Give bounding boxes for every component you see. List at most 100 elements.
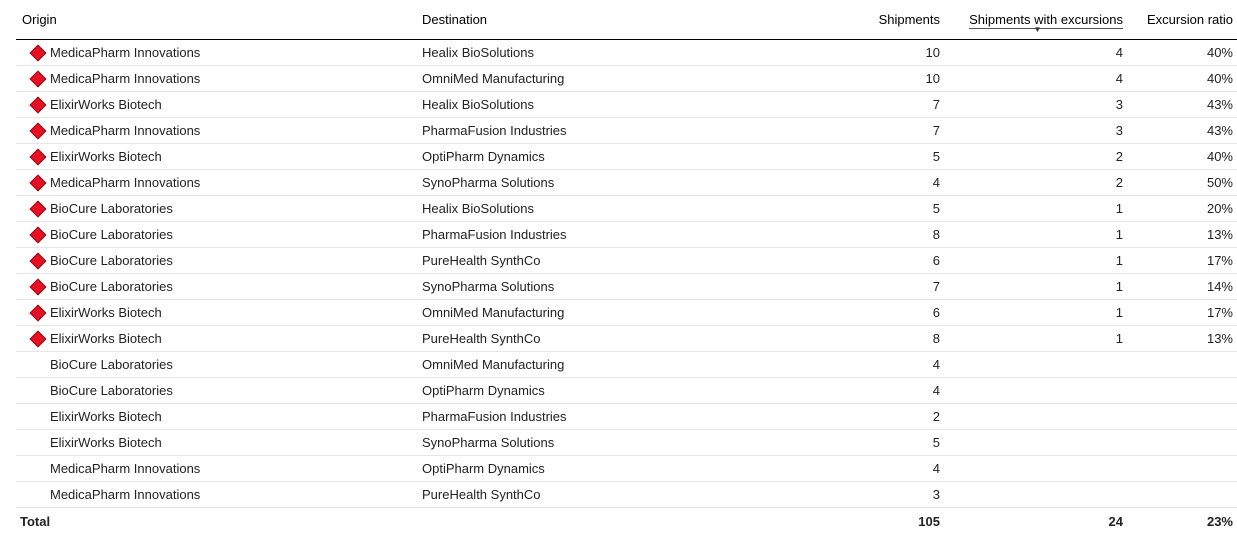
cell-origin: MedicaPharm Innovations [16,482,416,508]
origin-text: BioCure Laboratories [50,253,173,268]
cell-destination: Healix BioSolutions [416,92,796,118]
origin-text: BioCure Laboratories [50,227,173,242]
table-row[interactable]: MedicaPharm Innovations OptiPharm Dynamic… [16,456,1237,482]
cell-ratio: 40% [1129,66,1237,92]
cell-excursions: 1 [946,196,1129,222]
cell-ratio: 20% [1129,196,1237,222]
excursion-indicator-icon [30,44,47,61]
cell-destination: SynoPharma Solutions [416,170,796,196]
excursion-indicator-icon [30,70,47,87]
column-label: Shipments [879,12,940,27]
excursion-indicator-icon [30,200,47,217]
cell-destination: OptiPharm Dynamics [416,456,796,482]
table-row[interactable]: BioCure LaboratoriesOmniMed Manufacturin… [16,352,1237,378]
cell-shipments: 6 [796,248,946,274]
table-row[interactable]: MedicaPharm Innovations PureHealth SynthC… [16,482,1237,508]
cell-origin: ElixirWorks Biotech [16,144,416,170]
origin-text: MedicaPharm Innovations [50,71,200,86]
cell-ratio: 14% [1129,274,1237,300]
cell-destination: PharmaFusion Industries [416,222,796,248]
excursion-indicator-icon [30,174,47,191]
cell-excursions [946,482,1129,508]
cell-excursions: 2 [946,144,1129,170]
cell-destination: PharmaFusion Industries [416,118,796,144]
table-row[interactable]: ElixirWorks BiotechHealix BioSolutions73… [16,92,1237,118]
column-label: Destination [422,12,487,27]
cell-origin: ElixirWorks Biotech [16,404,416,430]
cell-shipments: 2 [796,404,946,430]
cell-excursions [946,404,1129,430]
cell-shipments: 6 [796,300,946,326]
cell-ratio [1129,378,1237,404]
column-header-destination[interactable]: Destination [416,8,796,40]
table-row[interactable]: BioCure LaboratoriesOptiPharm Dynamics4 [16,378,1237,404]
cell-shipments: 10 [796,66,946,92]
cell-origin: ElixirWorks Biotech [16,92,416,118]
cell-origin: BioCure Laboratories [16,274,416,300]
cell-origin: MedicaPharm Innovations [16,66,416,92]
cell-excursions: 1 [946,326,1129,352]
cell-shipments: 10 [796,40,946,66]
origin-text: MedicaPharm Innovations [50,461,200,476]
origin-text: ElixirWorks Biotech [50,149,162,164]
table-row[interactable]: MedicaPharm InnovationsOmniMed Manufactu… [16,66,1237,92]
cell-ratio: 50% [1129,170,1237,196]
table-row[interactable]: BioCure LaboratoriesSynoPharma Solutions… [16,274,1237,300]
table-row[interactable]: ElixirWorks BiotechOptiPharm Dynamics524… [16,144,1237,170]
cell-ratio: 43% [1129,92,1237,118]
table-row[interactable]: ElixirWorks Biotech PharmaFusion Industri… [16,404,1237,430]
cell-origin: BioCure Laboratories [16,352,416,378]
cell-excursions: 2 [946,170,1129,196]
cell-shipments: 5 [796,196,946,222]
cell-excursions [946,378,1129,404]
column-header-shipments-with-excursions[interactable]: Shipments with excursions ▼ [946,8,1129,40]
cell-shipments: 8 [796,222,946,248]
cell-destination: PureHealth SynthCo [416,248,796,274]
table-row[interactable]: BioCure Laboratories PureHealth SynthCo6 1… [16,248,1237,274]
cell-destination: OmniMed Manufacturing [416,352,796,378]
cell-ratio: 43% [1129,118,1237,144]
column-header-excursion-ratio[interactable]: Excursion ratio [1129,8,1237,40]
table-row[interactable]: MedicaPharm InnovationsSynoPharma Soluti… [16,170,1237,196]
table-row[interactable]: ElixirWorks BiotechSynoPharma Solutions5 [16,430,1237,456]
cell-shipments: 7 [796,92,946,118]
cell-destination: PharmaFusion Industries [416,404,796,430]
cell-ratio [1129,352,1237,378]
origin-text: ElixirWorks Biotech [50,409,162,424]
cell-excursions: 3 [946,92,1129,118]
cell-ratio: 17% [1129,248,1237,274]
origin-text: ElixirWorks Biotech [50,435,162,450]
origin-text: BioCure Laboratories [50,383,173,398]
origin-text: MedicaPharm Innovations [50,123,200,138]
cell-destination: PureHealth SynthCo [416,482,796,508]
table-row[interactable]: BioCure LaboratoriesHealix BioSolutions5… [16,196,1237,222]
cell-origin: BioCure Laboratories [16,248,416,274]
column-header-origin[interactable]: Origin [16,8,416,40]
excursion-indicator-icon [30,330,47,347]
table-row[interactable]: ElixirWorks BiotechPureHealth SynthCo811… [16,326,1237,352]
cell-excursions: 4 [946,40,1129,66]
cell-destination: SynoPharma Solutions [416,430,796,456]
origin-text: MedicaPharm Innovations [50,45,200,60]
table-row[interactable]: BioCure Laboratories PharmaFusion Industr… [16,222,1237,248]
cell-shipments: 4 [796,352,946,378]
totals-label: Total [16,508,416,536]
cell-destination: SynoPharma Solutions [416,274,796,300]
cell-excursions: 3 [946,118,1129,144]
table-row[interactable]: MedicaPharm Innovations PharmaFusion Indu… [16,118,1237,144]
cell-origin: ElixirWorks Biotech [16,430,416,456]
cell-ratio [1129,456,1237,482]
cell-ratio: 13% [1129,326,1237,352]
cell-origin: MedicaPharm Innovations [16,40,416,66]
origin-text: MedicaPharm Innovations [50,487,200,502]
table-row[interactable]: MedicaPharm InnovationsHealix BioSolutio… [16,40,1237,66]
shipments-table: Origin Destination Shipments Shipments w… [16,8,1237,535]
table-row[interactable]: ElixirWorks BiotechOmniMed Manufacturing… [16,300,1237,326]
cell-shipments: 4 [796,378,946,404]
excursion-indicator-icon [30,304,47,321]
cell-origin: ElixirWorks Biotech [16,326,416,352]
column-label: Origin [22,12,57,27]
cell-ratio [1129,404,1237,430]
totals-row: Total 105 24 23% [16,508,1237,536]
column-header-shipments[interactable]: Shipments [796,8,946,40]
